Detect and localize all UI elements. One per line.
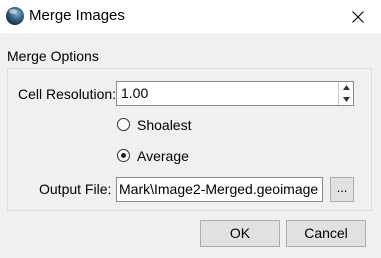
spin-buttons	[338, 82, 353, 105]
output-file-input[interactable]: Mark\Image2-Merged.geoimage	[116, 177, 323, 202]
chevron-down-icon	[342, 97, 350, 102]
close-button[interactable]	[338, 0, 378, 33]
output-file-value[interactable]: Mark\Image2-Merged.geoimage	[119, 181, 318, 198]
cell-resolution-value[interactable]: 1.00	[121, 85, 148, 102]
cell-resolution-label: Cell Resolution:	[18, 86, 117, 102]
shoalest-radio[interactable]	[117, 118, 130, 131]
spin-down-button[interactable]	[339, 94, 353, 105]
globe-icon	[6, 7, 24, 25]
shoalest-label: Shoalest	[137, 117, 192, 133]
group-title: Merge Options	[7, 48, 99, 64]
close-icon	[352, 10, 364, 23]
cancel-button[interactable]: Cancel	[286, 220, 366, 247]
cell-resolution-spinbox[interactable]: 1.00	[116, 81, 354, 106]
spin-up-button[interactable]	[339, 82, 353, 93]
browse-button[interactable]: ...	[330, 177, 354, 202]
ok-button[interactable]: OK	[200, 220, 280, 247]
title-bar: Merge Images	[0, 0, 381, 33]
window-title: Merge Images	[29, 7, 125, 24]
chevron-up-icon	[342, 85, 350, 90]
output-file-label: Output File:	[39, 181, 112, 197]
average-label: Average	[137, 148, 189, 164]
average-radio[interactable]	[117, 149, 130, 162]
